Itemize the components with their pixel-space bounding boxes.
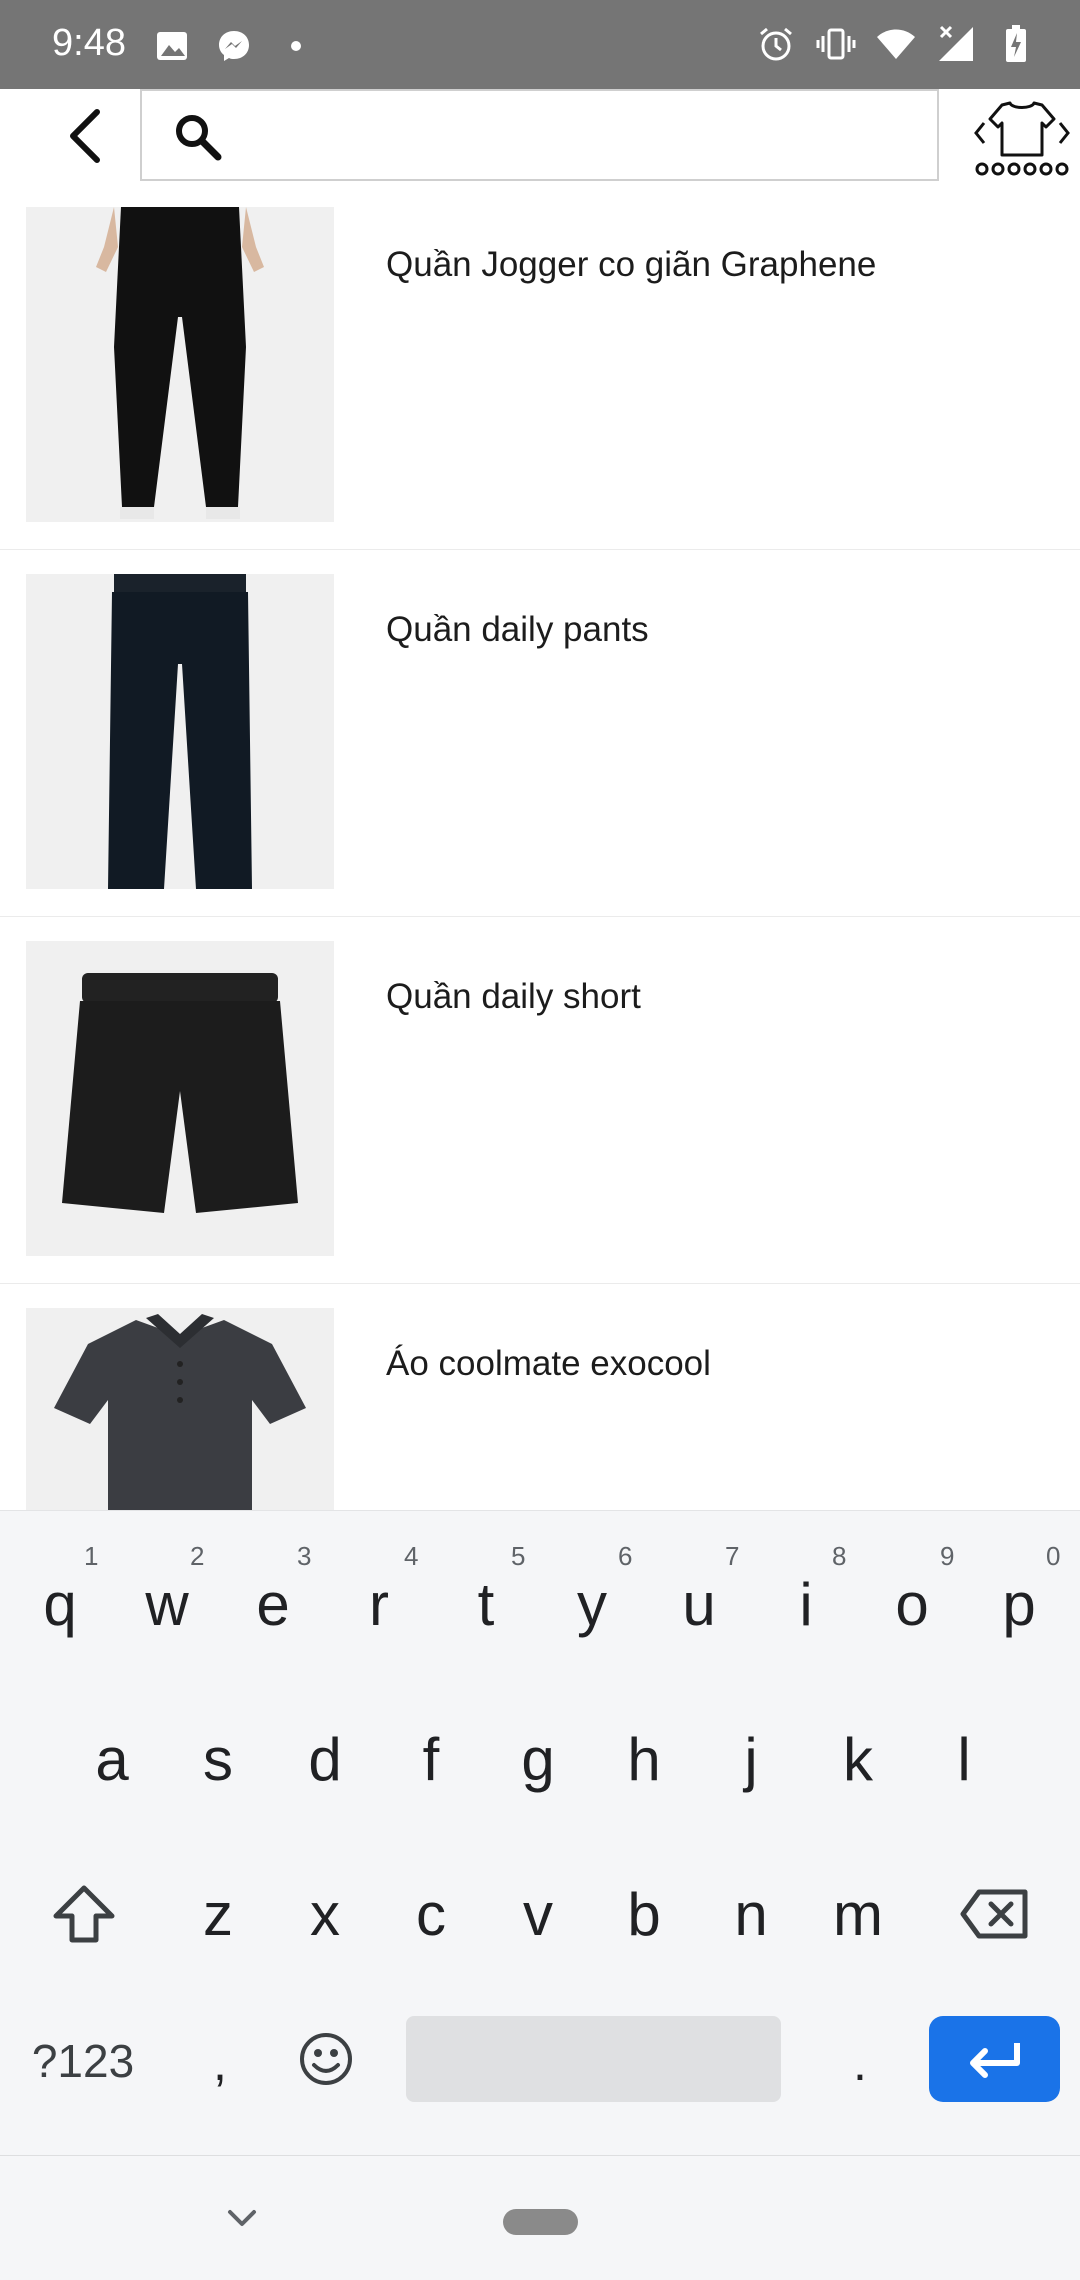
key-p[interactable]: p (969, 1559, 1069, 1649)
key-period[interactable]: . (810, 2023, 910, 2103)
key-v[interactable]: v (488, 1869, 588, 1959)
key-hint-3: 3 (297, 1541, 312, 1571)
product-image (26, 1308, 334, 1510)
search-header (0, 89, 1080, 183)
key-hint-9: 9 (940, 1541, 955, 1571)
product-list: Quần Jogger co giãn Graphene Quần daily … (0, 183, 1080, 1510)
key-g[interactable]: g (488, 1714, 588, 1804)
space-key[interactable] (406, 2016, 781, 2102)
key-hint-2: 2 (190, 1541, 205, 1571)
key-w[interactable]: w (117, 1559, 217, 1649)
emoji-icon (300, 2033, 352, 2085)
key-hint-0: 0 (1046, 1541, 1061, 1571)
search-input[interactable] (242, 101, 922, 171)
key-hint-8: 8 (832, 1541, 847, 1571)
product-image (26, 574, 334, 889)
key-q[interactable]: q (10, 1559, 110, 1649)
home-handle[interactable] (503, 2209, 578, 2235)
key-e[interactable]: e (223, 1559, 323, 1649)
keyboard-hide-icon[interactable] (220, 2196, 264, 2240)
alarm-icon (756, 24, 796, 64)
status-bar: 9:48 (0, 0, 1080, 89)
messenger-icon (214, 26, 254, 66)
key-h[interactable]: h (594, 1714, 694, 1804)
key-y[interactable]: y (542, 1559, 642, 1649)
product-name: Quần daily short (386, 977, 641, 1016)
list-item[interactable]: Quần daily pants (0, 550, 1080, 917)
key-u[interactable]: u (649, 1559, 749, 1649)
key-b[interactable]: b (594, 1869, 694, 1959)
key-x[interactable]: x (275, 1869, 375, 1959)
key-n[interactable]: n (701, 1869, 801, 1959)
wifi-icon (876, 24, 916, 64)
product-name: Áo coolmate exocool (386, 1344, 711, 1383)
key-t[interactable]: t (436, 1559, 536, 1649)
key-m[interactable]: m (808, 1869, 908, 1959)
key-hint-4: 4 (404, 1541, 419, 1571)
key-k[interactable]: k (808, 1714, 908, 1804)
signal-icon (936, 24, 976, 64)
key-c[interactable]: c (381, 1869, 481, 1959)
status-time: 9:48 (52, 22, 126, 64)
backspace-icon (960, 1889, 1028, 1939)
product-image (26, 207, 334, 522)
list-item[interactable]: Quần Jogger co giãn Graphene (0, 183, 1080, 550)
key-l[interactable]: l (914, 1714, 1014, 1804)
key-d[interactable]: d (275, 1714, 375, 1804)
backspace-key[interactable] (944, 1869, 1044, 1959)
image-icon (152, 26, 192, 66)
emoji-key[interactable] (276, 2016, 376, 2102)
search-box[interactable] (140, 89, 939, 181)
vibrate-icon (816, 24, 856, 64)
key-hint-1: 1 (84, 1541, 99, 1571)
key-hint-7: 7 (725, 1541, 740, 1571)
product-name: Quần Jogger co giãn Graphene (386, 245, 877, 284)
product-name: Quần daily pants (386, 610, 649, 649)
key-z[interactable]: z (168, 1869, 268, 1959)
brand-logo-icon[interactable] (972, 95, 1072, 179)
key-i[interactable]: i (756, 1559, 856, 1649)
back-arrow-icon (70, 109, 100, 163)
app-screen: 9:48 Quần Jogger co giãn Graphene Quần d… (0, 0, 1080, 2280)
shift-icon (53, 1885, 115, 1943)
key-r[interactable]: r (329, 1559, 429, 1649)
key-f[interactable]: f (381, 1714, 481, 1804)
back-button[interactable] (50, 99, 120, 173)
list-item[interactable]: Áo coolmate exocool (0, 1284, 1080, 1510)
key-j[interactable]: j (701, 1714, 801, 1804)
key-hint-5: 5 (511, 1541, 526, 1571)
key-comma[interactable]: , (170, 2023, 270, 2103)
list-item[interactable]: Quần daily short (0, 917, 1080, 1284)
shift-key[interactable] (34, 1869, 134, 1959)
enter-key[interactable] (929, 2016, 1060, 2102)
key-o[interactable]: o (862, 1559, 962, 1649)
symbols-key[interactable]: ?123 (18, 2026, 148, 2096)
key-a[interactable]: a (62, 1714, 162, 1804)
on-screen-keyboard: q w e r t y u i o p 1 2 3 4 5 6 7 8 9 0 … (0, 1510, 1080, 2155)
key-s[interactable]: s (168, 1714, 268, 1804)
key-hint-6: 6 (618, 1541, 633, 1571)
navigation-bar (0, 2155, 1080, 2280)
product-image (26, 941, 334, 1256)
battery-charging-icon (996, 24, 1036, 64)
search-icon (172, 111, 224, 163)
enter-icon (969, 2043, 1020, 2078)
dot-icon (276, 26, 316, 66)
